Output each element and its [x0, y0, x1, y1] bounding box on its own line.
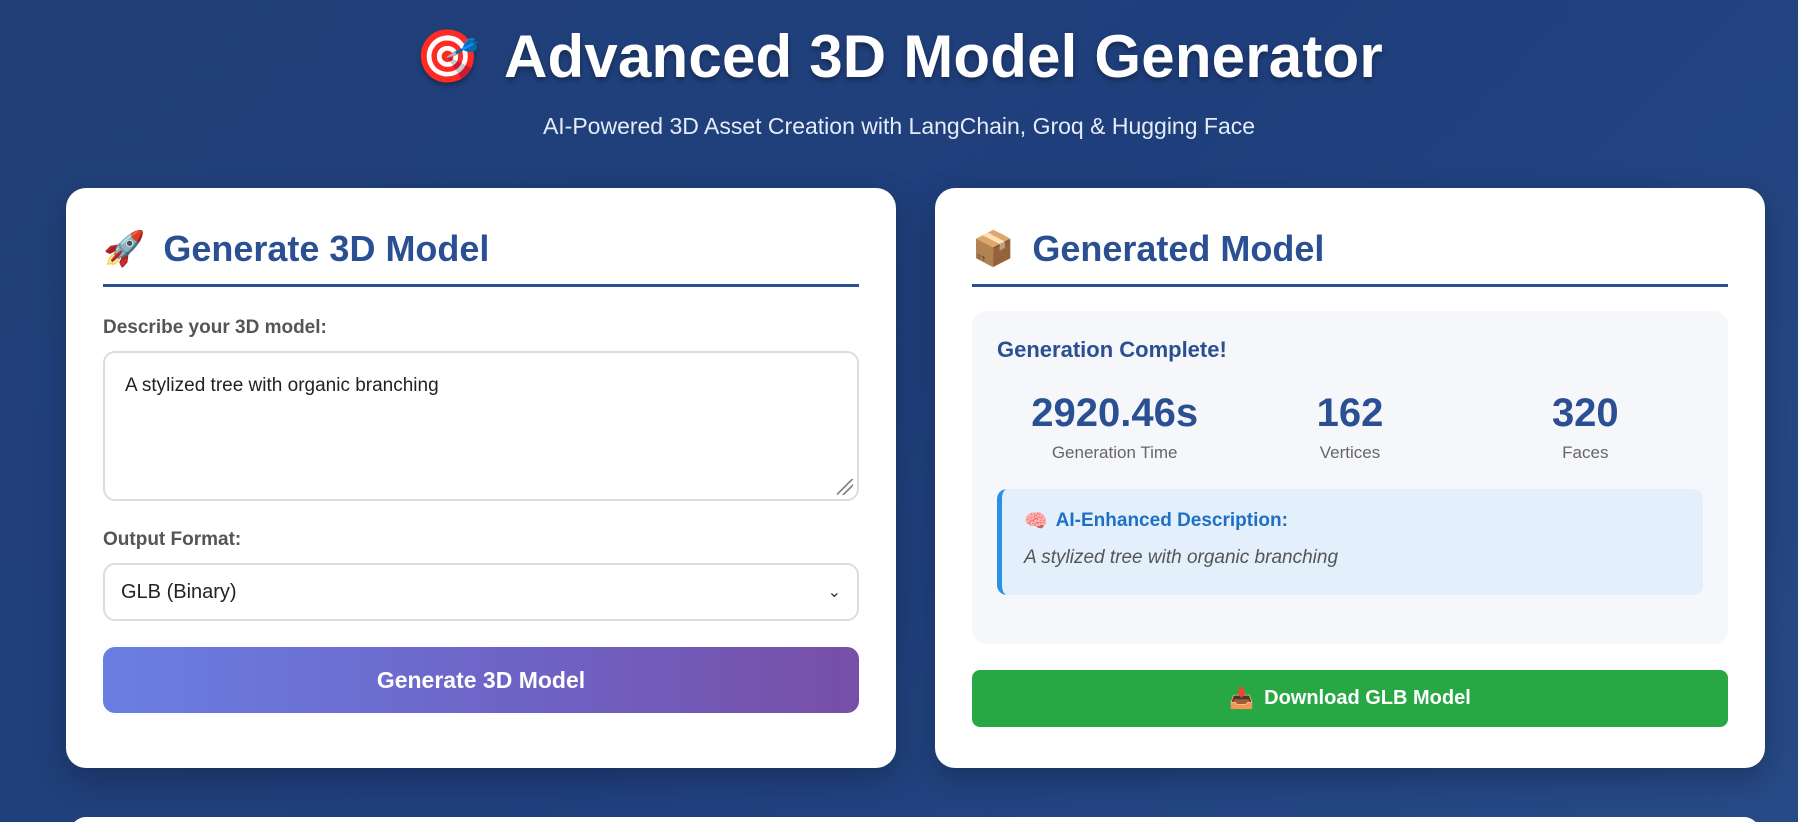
format-label: Output Format:: [103, 529, 242, 550]
format-selected-value: GLB (Binary): [121, 580, 237, 603]
stat-value: 320: [1551, 391, 1619, 435]
page-subtitle: AI-Powered 3D Asset Creation with LangCh…: [542, 113, 1256, 139]
panels: 🚀 Generate 3D Model Describe your 3D mod…: [66, 188, 1766, 768]
stat-faces: 320 Faces: [1468, 393, 1703, 463]
status-text: Generation Complete!: [997, 337, 1227, 362]
generate-panel: 🚀 Generate 3D Model Describe your 3D mod…: [66, 188, 896, 768]
next-section-edge: [70, 817, 1760, 822]
stat-label: Generation Time: [1051, 443, 1178, 462]
rocket-icon: 🚀: [103, 230, 146, 268]
target-icon: 🎯: [415, 27, 480, 86]
stat-value: 2920.46s: [1031, 391, 1199, 435]
description-title: 🧠 AI-Enhanced Description:: [1024, 509, 1681, 533]
chevron-down-icon: ⌄: [827, 584, 841, 601]
stats-row: 2920.46s Generation Time 162 Vertices 32…: [997, 393, 1703, 463]
resize-grip-icon[interactable]: [837, 479, 853, 495]
generate-panel-title-text: Generate 3D Model: [163, 228, 490, 269]
format-select[interactable]: GLB (Binary) ⌄: [103, 563, 859, 621]
page-header: 🎯 Advanced 3D Model Generator AI-Powered…: [0, 0, 1798, 140]
result-panel-title: 📦 Generated Model: [972, 228, 1728, 287]
generate-button[interactable]: Generate 3D Model: [103, 647, 859, 713]
page-title: 🎯 Advanced 3D Model Generator: [415, 22, 1383, 91]
download-button-label: Download GLB Model: [1264, 687, 1471, 709]
description-text: A stylized tree with organic branching: [1024, 547, 1339, 568]
page-title-text: Advanced 3D Model Generator: [504, 23, 1383, 90]
package-icon: 📦: [972, 230, 1015, 268]
prompt-label: Describe your 3D model:: [103, 317, 327, 338]
result-box: Generation Complete! 2920.46s Generation…: [972, 311, 1728, 644]
stat-label: Faces: [1562, 443, 1609, 462]
description-title-text: AI-Enhanced Description:: [1055, 510, 1288, 531]
brain-icon: 🧠: [1024, 511, 1048, 532]
inbox-tray-icon: 📥: [1229, 688, 1255, 710]
prompt-text: A stylized tree with organic branching: [125, 375, 439, 396]
result-panel-title-text: Generated Model: [1032, 228, 1325, 269]
result-panel: 📦 Generated Model Generation Complete! 2…: [935, 188, 1765, 768]
stat-value: 162: [1316, 391, 1384, 435]
stat-label: Vertices: [1319, 443, 1381, 462]
stat-vertices: 162 Vertices: [1232, 393, 1467, 463]
download-button[interactable]: 📥 Download GLB Model: [972, 670, 1728, 727]
generate-panel-title: 🚀 Generate 3D Model: [103, 228, 859, 287]
stat-generation-time: 2920.46s Generation Time: [997, 393, 1232, 463]
prompt-textarea[interactable]: A stylized tree with organic branching: [103, 351, 859, 501]
description-box: 🧠 AI-Enhanced Description: A stylized tr…: [997, 489, 1703, 595]
